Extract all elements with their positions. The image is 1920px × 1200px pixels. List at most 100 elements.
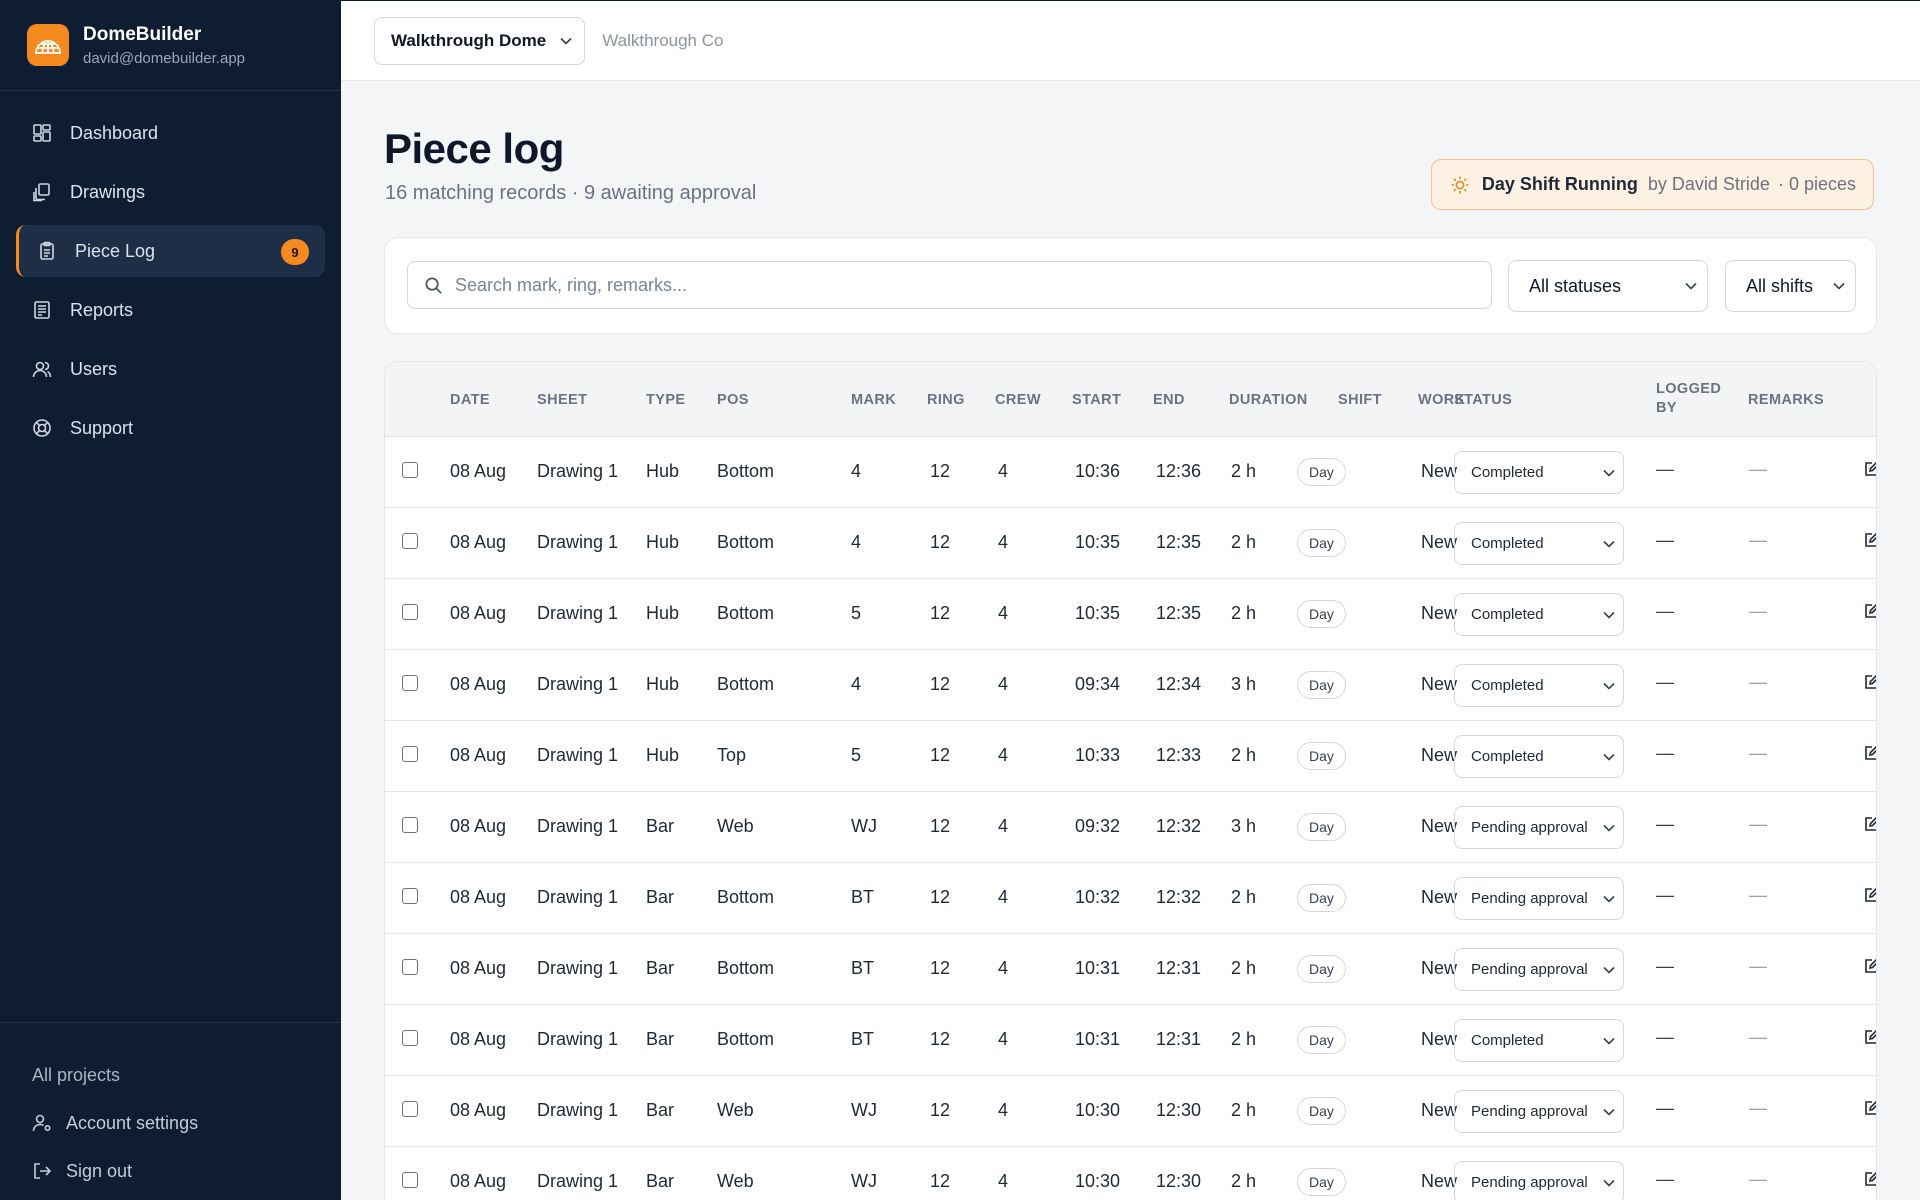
col-header-logged-by[interactable]: LOGGED BY: [1656, 380, 1721, 418]
sidebar-item-piece-log[interactable]: Piece Log 9: [16, 225, 325, 277]
search-box[interactable]: [407, 261, 1492, 309]
all-projects-link[interactable]: All projects: [0, 1051, 341, 1099]
row-status-select[interactable]: Completed: [1454, 735, 1624, 778]
sign-out-link[interactable]: Sign out: [0, 1147, 341, 1195]
edit-icon[interactable]: [1864, 816, 1876, 832]
row-checkbox[interactable]: [402, 888, 418, 904]
col-header-crew[interactable]: CREW: [995, 392, 1041, 408]
sidebar-item-label: Support: [70, 417, 134, 438]
col-header-status[interactable]: STATUS: [1454, 392, 1512, 408]
col-header-start[interactable]: START: [1072, 392, 1121, 408]
sidebar-item-reports[interactable]: Reports: [16, 284, 325, 336]
project-select[interactable]: Walkthrough Dome: [374, 16, 586, 65]
cell-pos: Bottom: [717, 887, 775, 907]
sign-out-icon: [32, 1161, 52, 1181]
cell-date: 08 Aug: [450, 603, 507, 623]
cell-start: 10:31: [1075, 1029, 1121, 1049]
row-status-value: Pending approval: [1471, 1174, 1588, 1191]
row-status-select[interactable]: Completed: [1454, 451, 1624, 494]
col-header-date[interactable]: DATE: [450, 392, 490, 408]
cell-logged-by: —: [1656, 814, 1674, 834]
col-header-ring[interactable]: RING: [927, 392, 965, 408]
cell-pos: Bottom: [717, 958, 775, 978]
cell-mark: BT: [851, 1029, 875, 1049]
edit-icon[interactable]: [1864, 1171, 1876, 1187]
row-checkbox[interactable]: [402, 959, 418, 975]
cell-duration: 2 h: [1231, 603, 1257, 623]
col-header-remarks[interactable]: REMARKS: [1748, 392, 1824, 408]
edit-icon[interactable]: [1864, 958, 1876, 974]
cell-start: 09:32: [1075, 816, 1121, 836]
cell-ring: 12: [930, 1029, 951, 1049]
row-checkbox[interactable]: [402, 817, 418, 833]
edit-icon[interactable]: [1864, 887, 1876, 903]
cell-pos: Bottom: [717, 1029, 775, 1049]
table-row: 08 Aug Drawing 1 Hub Top 5 12 4 10:33 12:33 2 h Ne…: [385, 721, 1876, 792]
sidebar-item-users[interactable]: Users: [16, 343, 325, 395]
account-settings-link[interactable]: Account settings: [0, 1099, 341, 1147]
edit-icon[interactable]: [1864, 461, 1876, 477]
row-status-select[interactable]: Pending approval: [1454, 1090, 1624, 1133]
row-checkbox[interactable]: [402, 746, 418, 762]
chevron-down-icon: [1603, 469, 1615, 477]
col-header-logged-by-line2: BY: [1656, 400, 1677, 416]
row-checkbox[interactable]: [402, 462, 418, 478]
row-checkbox[interactable]: [402, 604, 418, 620]
row-status-select[interactable]: Pending approval: [1454, 806, 1624, 849]
row-checkbox[interactable]: [402, 1172, 418, 1188]
cell-remarks: —: [1749, 956, 1767, 976]
row-status-select[interactable]: Completed: [1454, 593, 1624, 636]
edit-icon[interactable]: [1864, 1100, 1876, 1116]
shift-filter-select[interactable]: All shifts: [1725, 260, 1856, 312]
col-header-type[interactable]: TYPE: [646, 392, 685, 408]
col-header-pos[interactable]: POS: [717, 392, 749, 408]
row-status-select[interactable]: Completed: [1454, 664, 1624, 707]
edit-icon[interactable]: [1864, 745, 1876, 761]
sidebar-item-label: Reports: [70, 299, 134, 320]
cell-logged-by: —: [1656, 743, 1674, 763]
row-checkbox[interactable]: [402, 533, 418, 549]
col-header-mark[interactable]: MARK: [851, 392, 896, 408]
cell-type: Bar: [646, 816, 675, 836]
cell-ring: 12: [930, 674, 951, 694]
row-status-value: Completed: [1471, 606, 1544, 623]
row-status-select[interactable]: Completed: [1454, 1019, 1624, 1062]
edit-icon[interactable]: [1864, 674, 1876, 690]
search-input[interactable]: [455, 274, 1435, 296]
row-checkbox[interactable]: [402, 675, 418, 691]
row-status-select[interactable]: Pending approval: [1454, 877, 1624, 920]
edit-icon[interactable]: [1864, 1029, 1876, 1045]
cell-type: Hub: [646, 674, 680, 694]
row-status-select[interactable]: Pending approval: [1454, 1161, 1624, 1200]
col-header-end[interactable]: END: [1153, 392, 1185, 408]
cell-pos: Web: [717, 816, 754, 836]
edit-icon[interactable]: [1864, 532, 1876, 548]
table-row: 08 Aug Drawing 1 Bar Bottom BT 12 4 10:32 12:32 2…: [385, 863, 1876, 934]
sidebar-item-drawings[interactable]: Drawings: [16, 166, 325, 218]
col-header-sheet[interactable]: SHEET: [537, 392, 587, 408]
cell-duration: 2 h: [1231, 1100, 1257, 1120]
cell-date: 08 Aug: [450, 958, 507, 978]
sidebar-item-dashboard[interactable]: Dashboard: [16, 107, 325, 159]
cell-mark: 4: [851, 532, 862, 552]
row-status-value: Completed: [1471, 464, 1544, 481]
col-header-duration[interactable]: DURATION: [1229, 392, 1308, 408]
cell-date: 08 Aug: [450, 887, 507, 907]
cell-duration: 2 h: [1231, 958, 1257, 978]
cell-logged-by: —: [1656, 1098, 1674, 1118]
edit-icon[interactable]: [1864, 603, 1876, 619]
row-status-value: Pending approval: [1471, 819, 1588, 836]
status-filter-select[interactable]: All statuses: [1508, 260, 1708, 312]
row-checkbox[interactable]: [402, 1101, 418, 1117]
cell-duration: 2 h: [1231, 461, 1257, 481]
cell-work: New: [1421, 674, 1458, 694]
cell-remarks: —: [1749, 885, 1767, 905]
col-header-shift[interactable]: SHIFT: [1338, 392, 1382, 408]
cell-logged-by: —: [1656, 1169, 1674, 1189]
sidebar-item-support[interactable]: Support: [16, 402, 325, 454]
row-status-select[interactable]: Pending approval: [1454, 948, 1624, 991]
cell-end: 12:30: [1156, 1171, 1202, 1191]
shift-status-pill[interactable]: Day Shift Running by David Stride · 0 pi…: [1430, 159, 1874, 210]
row-checkbox[interactable]: [402, 1030, 418, 1046]
row-status-select[interactable]: Completed: [1454, 522, 1624, 565]
